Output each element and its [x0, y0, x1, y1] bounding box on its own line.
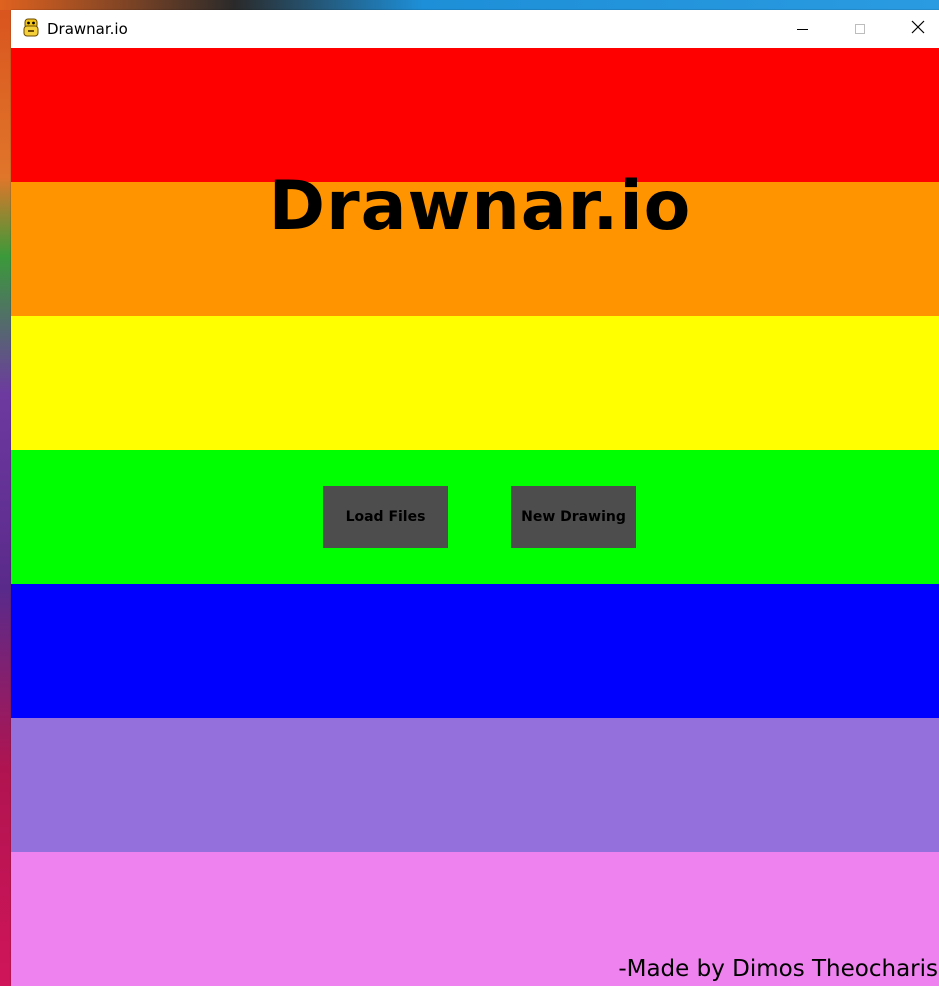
python-app-icon [22, 18, 40, 38]
minimize-button[interactable] [779, 10, 825, 48]
author-credit: -Made by Dimos Theocharis [618, 956, 938, 982]
maximize-button[interactable] [837, 10, 883, 48]
stripe-purple [11, 718, 939, 852]
desktop-wallpaper-top [0, 0, 939, 10]
stripe-blue [11, 584, 939, 718]
close-icon [911, 20, 925, 39]
title-bar[interactable]: Drawnar.io [11, 10, 939, 48]
close-button[interactable] [895, 10, 939, 48]
maximize-icon [855, 24, 865, 34]
app-canvas: Drawnar.io Load Files New Drawing -Made … [11, 48, 939, 986]
new-drawing-button[interactable]: New Drawing [511, 486, 636, 548]
load-files-button[interactable]: Load Files [323, 486, 448, 548]
stripe-red [11, 48, 939, 182]
app-heading: Drawnar.io [268, 167, 692, 246]
window-title: Drawnar.io [47, 20, 128, 38]
app-window: Drawnar.io Drawnar.io Load Files New Dra… [11, 10, 939, 986]
stripe-green [11, 450, 939, 584]
minimize-icon [796, 28, 808, 30]
stripe-yellow [11, 316, 939, 450]
